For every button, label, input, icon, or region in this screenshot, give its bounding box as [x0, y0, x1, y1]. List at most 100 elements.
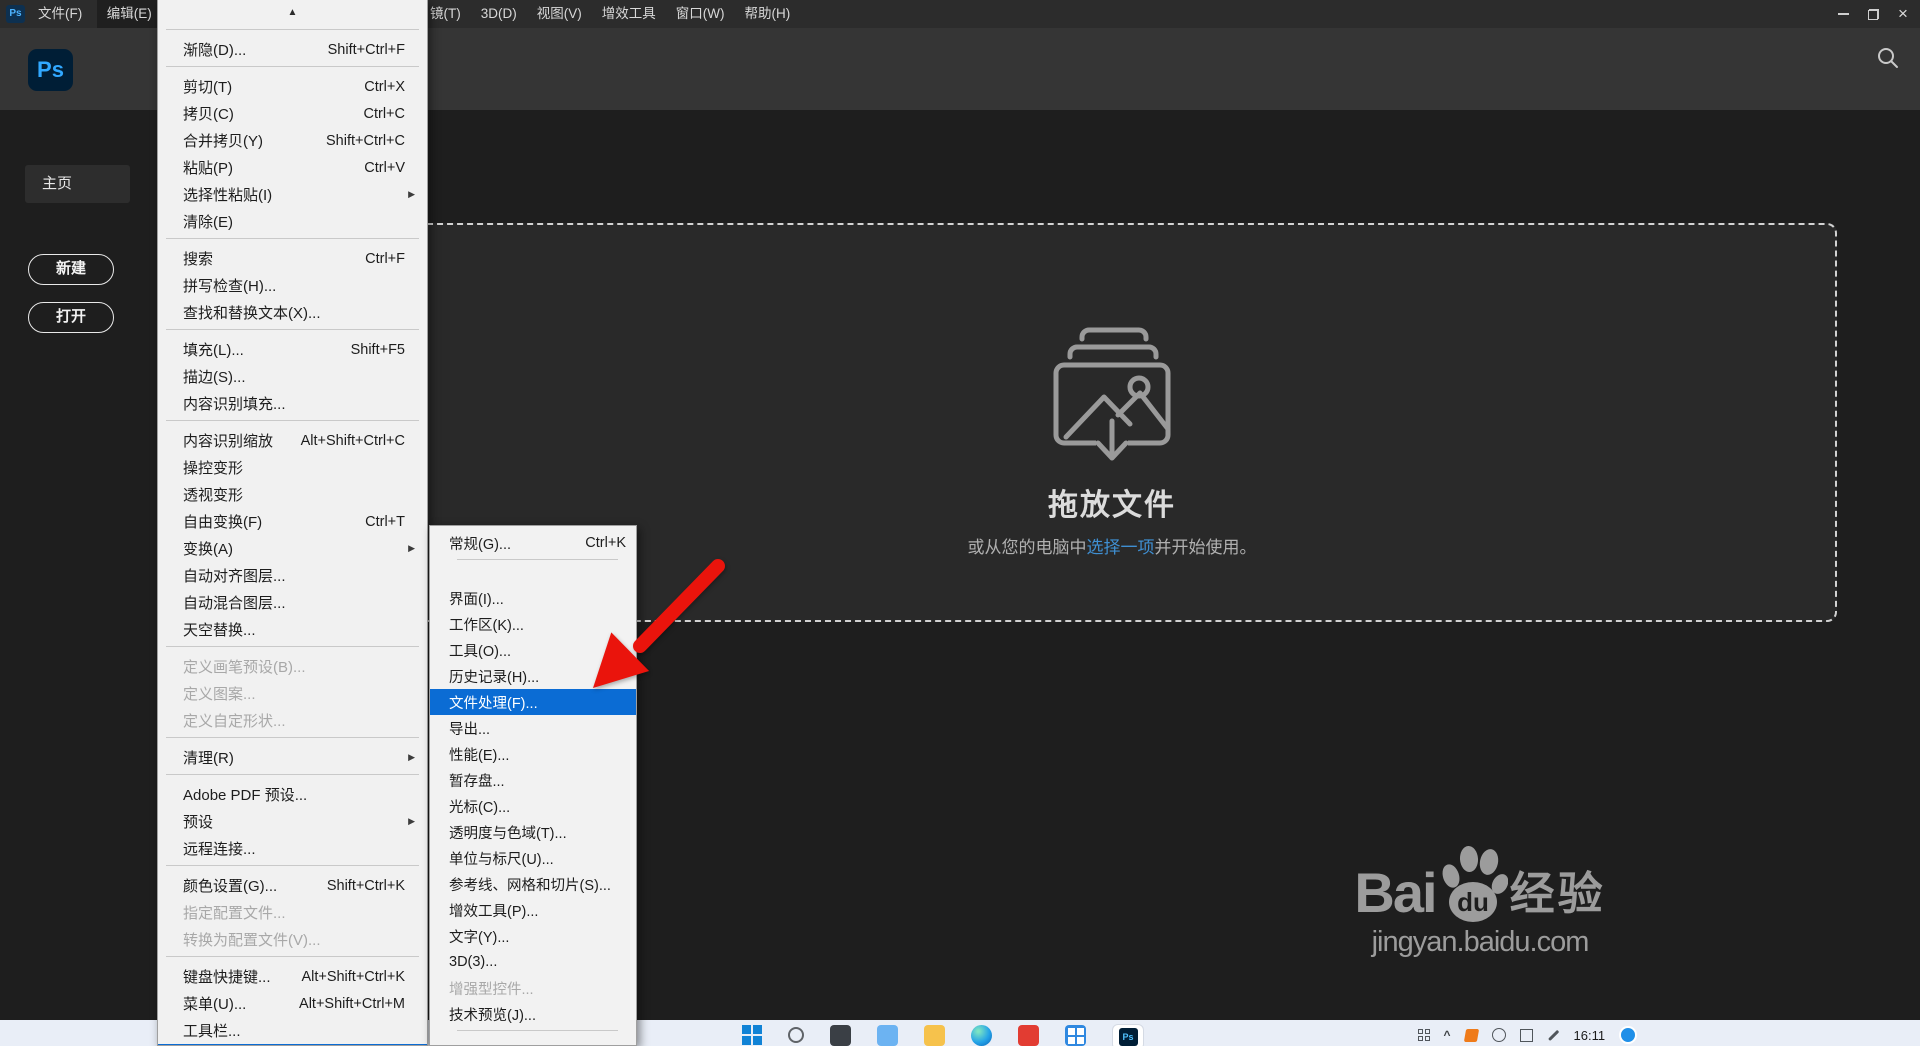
menu-item[interactable]: 颜色设置(G)... Shift+Ctrl+K: [158, 872, 427, 899]
menu-item-label: 自动混合图层...: [183, 595, 286, 612]
submenu-item[interactable]: 光标(C)...: [430, 793, 636, 819]
menu-item[interactable]: 键盘快捷键... Alt+Shift+Ctrl+K: [158, 963, 427, 990]
grid-app-icon[interactable]: [1065, 1025, 1086, 1046]
edge-browser-icon[interactable]: [971, 1025, 992, 1046]
menu-item-label: 查找和替换文本(X)...: [183, 305, 321, 322]
menubar-right: 镜(T) 3D(D) 视图(V) 增效工具 窗口(W) 帮助(H): [420, 0, 800, 28]
menu-item[interactable]: 定义图案...: [158, 680, 427, 707]
menu-item[interactable]: 描边(S)...: [158, 363, 427, 390]
red-app-icon[interactable]: [1018, 1025, 1039, 1046]
submenu-item-label: 文件处理(F)...: [449, 695, 538, 712]
tray-notification-badge[interactable]: [1619, 1026, 1638, 1044]
file-explorer-icon[interactable]: [877, 1025, 898, 1046]
dropzone-title: 拖放文件: [1048, 489, 1176, 522]
menubar-edit[interactable]: 编辑(E): [96, 0, 162, 28]
menu-item[interactable]: 清除(E): [158, 208, 427, 235]
menu-item[interactable]: 自动对齐图层...: [158, 562, 427, 589]
menu-item[interactable]: 粘贴(P) Ctrl+V: [158, 154, 427, 181]
menu-item[interactable]: 透视变形: [158, 481, 427, 508]
menu-item[interactable]: 渐隐(D)... Shift+Ctrl+F: [158, 36, 427, 63]
minimize-button[interactable]: [1828, 0, 1858, 28]
menu-item-label: 定义图案...: [183, 686, 256, 703]
menu-item[interactable]: 变换(A) ▶: [158, 535, 427, 562]
menu-item[interactable]: Adobe PDF 预设...: [158, 781, 427, 808]
menu-item[interactable]: 指定配置文件...: [158, 899, 427, 926]
menu-item[interactable]: 菜单(U)... Alt+Shift+Ctrl+M: [158, 990, 427, 1017]
menu-item[interactable]: 内容识别缩放 Alt+Shift+Ctrl+C: [158, 427, 427, 454]
menu-item[interactable]: 自由变换(F) Ctrl+T: [158, 508, 427, 535]
submenu-item[interactable]: 增效工具(P)...: [430, 897, 636, 923]
submenu-item[interactable]: 导出...: [430, 715, 636, 741]
submenu-item[interactable]: 单位与标尺(U)...: [430, 845, 636, 871]
menu-item[interactable]: 清理(R) ▶: [158, 744, 427, 771]
menu-item[interactable]: 合并拷贝(Y) Shift+Ctrl+C: [158, 127, 427, 154]
menu-item[interactable]: 工具栏...: [158, 1017, 427, 1044]
tray-network-icon[interactable]: [1491, 1028, 1506, 1042]
tray-pen-icon[interactable]: [1547, 1029, 1559, 1041]
taskbar-app-icon[interactable]: [830, 1025, 851, 1046]
tray-grid-icon[interactable]: [1418, 1029, 1430, 1041]
menu-item[interactable]: 操控变形: [158, 454, 427, 481]
menu-item[interactable]: 转换为配置文件(V)...: [158, 926, 427, 953]
windows-start-icon[interactable]: [742, 1025, 762, 1045]
menubar-file[interactable]: 文件(F): [28, 0, 92, 28]
submenu-item[interactable]: 参考线、网格和切片(S)...: [430, 871, 636, 897]
submenu-item[interactable]: 文字(Y)...: [430, 923, 636, 949]
submenu-item[interactable]: 技术预览(J)...: [430, 1001, 636, 1027]
menu-item[interactable]: 拼写检查(H)...: [158, 272, 427, 299]
restore-button[interactable]: [1858, 0, 1888, 28]
open-file-button[interactable]: 打开: [28, 302, 114, 333]
submenu-arrow-icon: ▶: [408, 543, 415, 553]
photoshop-app-logo: Ps: [28, 49, 73, 91]
subtitle-prefix: 或从您的电脑中: [967, 538, 1087, 557]
tray-color-app-icon[interactable]: [1463, 1028, 1479, 1042]
submenu-item[interactable]: 增强型控件...: [430, 975, 636, 1001]
submenu-item[interactable]: 3D(3)...: [430, 949, 636, 975]
menu-item[interactable]: 填充(L)... Shift+F5: [158, 336, 427, 363]
menu-item[interactable]: 选择性粘贴(I) ▶: [158, 181, 427, 208]
menu-item[interactable]: 定义自定形状...: [158, 707, 427, 734]
taskbar-clock[interactable]: 16:11: [1574, 1028, 1606, 1043]
menu-item-label: 内容识别填充...: [183, 396, 286, 413]
sidebar-item-home[interactable]: 主页: [25, 165, 130, 203]
tray-volume-icon[interactable]: [1519, 1028, 1533, 1042]
folder-icon[interactable]: [924, 1025, 945, 1046]
menu-item[interactable]: 内容识别填充...: [158, 390, 427, 417]
menu-item-label: 粘贴(P): [183, 160, 233, 177]
new-file-button[interactable]: 新建: [28, 254, 114, 285]
submenu-item-label: 暂存盘...: [449, 773, 505, 790]
menu-item-label: 渐隐(D)...: [183, 42, 247, 59]
tray-chevron-up-icon[interactable]: ^: [1444, 1028, 1451, 1042]
baidu-logo-jingyan: 经验: [1509, 867, 1606, 919]
submenu-item[interactable]: 暂存盘...: [430, 767, 636, 793]
menu-item[interactable]: 远程连接...: [158, 835, 427, 862]
menubar-item[interactable]: 视图(V): [527, 0, 592, 28]
menubar-item[interactable]: 窗口(W): [666, 0, 735, 28]
menubar-item[interactable]: 增效工具: [592, 0, 666, 28]
menu-item[interactable]: 拷贝(C) Ctrl+C: [158, 100, 427, 127]
menu-item-shortcut: Shift+Ctrl+C: [326, 132, 405, 149]
menu-item-label: 指定配置文件...: [183, 905, 286, 922]
choose-file-link[interactable]: 选择一项: [1087, 538, 1155, 557]
menu-scroll-up-icon[interactable]: ▲: [158, 0, 427, 26]
menubar-item[interactable]: 3D(D): [471, 0, 527, 28]
menu-item[interactable]: 定义画笔预设(B)...: [158, 653, 427, 680]
edit-menu-panel: ▲ 渐隐(D)... Shift+Ctrl+F 剪切(T) Ctrl+X 拷贝(…: [157, 0, 428, 1046]
menu-item[interactable]: 查找和替换文本(X)...: [158, 299, 427, 326]
menu-item-label: 自动对齐图层...: [183, 568, 286, 585]
submenu-item[interactable]: 性能(E)...: [430, 741, 636, 767]
menu-item[interactable]: 预设 ▶: [158, 808, 427, 835]
submenu-item[interactable]: 透明度与色域(T)...: [430, 819, 636, 845]
close-button[interactable]: ×: [1888, 0, 1918, 28]
menu-item[interactable]: 自动混合图层...: [158, 589, 427, 616]
menubar-item[interactable]: 帮助(H): [734, 0, 800, 28]
menubar-left: 文件(F) 编辑(E): [28, 0, 162, 28]
menu-item-label: 选择性粘贴(I): [183, 187, 273, 204]
minimize-icon: [1837, 13, 1849, 15]
photoshop-taskbar-icon[interactable]: Ps: [1112, 1024, 1144, 1046]
menu-item[interactable]: 天空替换...: [158, 616, 427, 643]
taskbar-search-icon[interactable]: [788, 1027, 804, 1043]
menu-item[interactable]: 搜索 Ctrl+F: [158, 245, 427, 272]
menu-item[interactable]: 剪切(T) Ctrl+X: [158, 73, 427, 100]
search-icon[interactable]: [1876, 46, 1904, 74]
